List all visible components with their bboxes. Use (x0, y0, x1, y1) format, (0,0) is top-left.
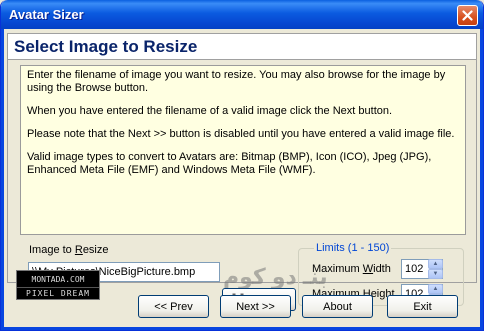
window-title: Avatar Sizer (9, 7, 84, 22)
wizard-panel: Select Image to Resize Enter the filenam… (7, 33, 477, 311)
prev-button[interactable]: << Prev (138, 295, 209, 318)
exit-button[interactable]: Exit (387, 295, 458, 318)
logo-line-1: MONTADA.COM (31, 275, 85, 284)
page-title: Select Image to Resize (14, 37, 198, 56)
logo-line-2: PIXEL DREAM (17, 287, 99, 299)
instruction-paragraph: Valid image types to convert to Avatars … (27, 151, 432, 176)
instructions-box: Enter the filename of image you want to … (20, 65, 466, 235)
image-to-resize-label: Image to Resize (29, 244, 109, 256)
next-button[interactable]: Next >> (220, 295, 291, 318)
spin-up-icon[interactable]: ▲ (428, 284, 443, 294)
montada-logo: MONTADA.COM PIXEL DREAM (16, 270, 100, 300)
window-frame-right (480, 29, 483, 330)
instruction-paragraph: Enter the filename of image you want to … (27, 69, 446, 94)
spin-up-icon[interactable]: ▲ (428, 259, 443, 269)
limits-title: Limits (1 - 150) (314, 242, 392, 254)
window-frame-left (1, 29, 4, 330)
instruction-paragraph: When you have entered the filename of a … (27, 105, 393, 117)
spin-down-icon[interactable]: ▼ (428, 269, 443, 279)
maximum-width-label: Maximum Width (312, 263, 391, 275)
maximum-width-spinner[interactable]: ▲ ▼ (428, 259, 443, 279)
close-icon (462, 10, 473, 21)
instruction-paragraph: Please note that the Next >> button is d… (27, 128, 455, 140)
avatar-sizer-window: Avatar Sizer Select Image to Resize Ente… (0, 0, 484, 331)
window-frame-bottom (1, 327, 483, 330)
close-button[interactable] (457, 5, 478, 26)
wizard-header: Select Image to Resize (8, 34, 476, 60)
title-bar[interactable]: Avatar Sizer (1, 0, 483, 29)
about-button[interactable]: About (302, 295, 373, 318)
